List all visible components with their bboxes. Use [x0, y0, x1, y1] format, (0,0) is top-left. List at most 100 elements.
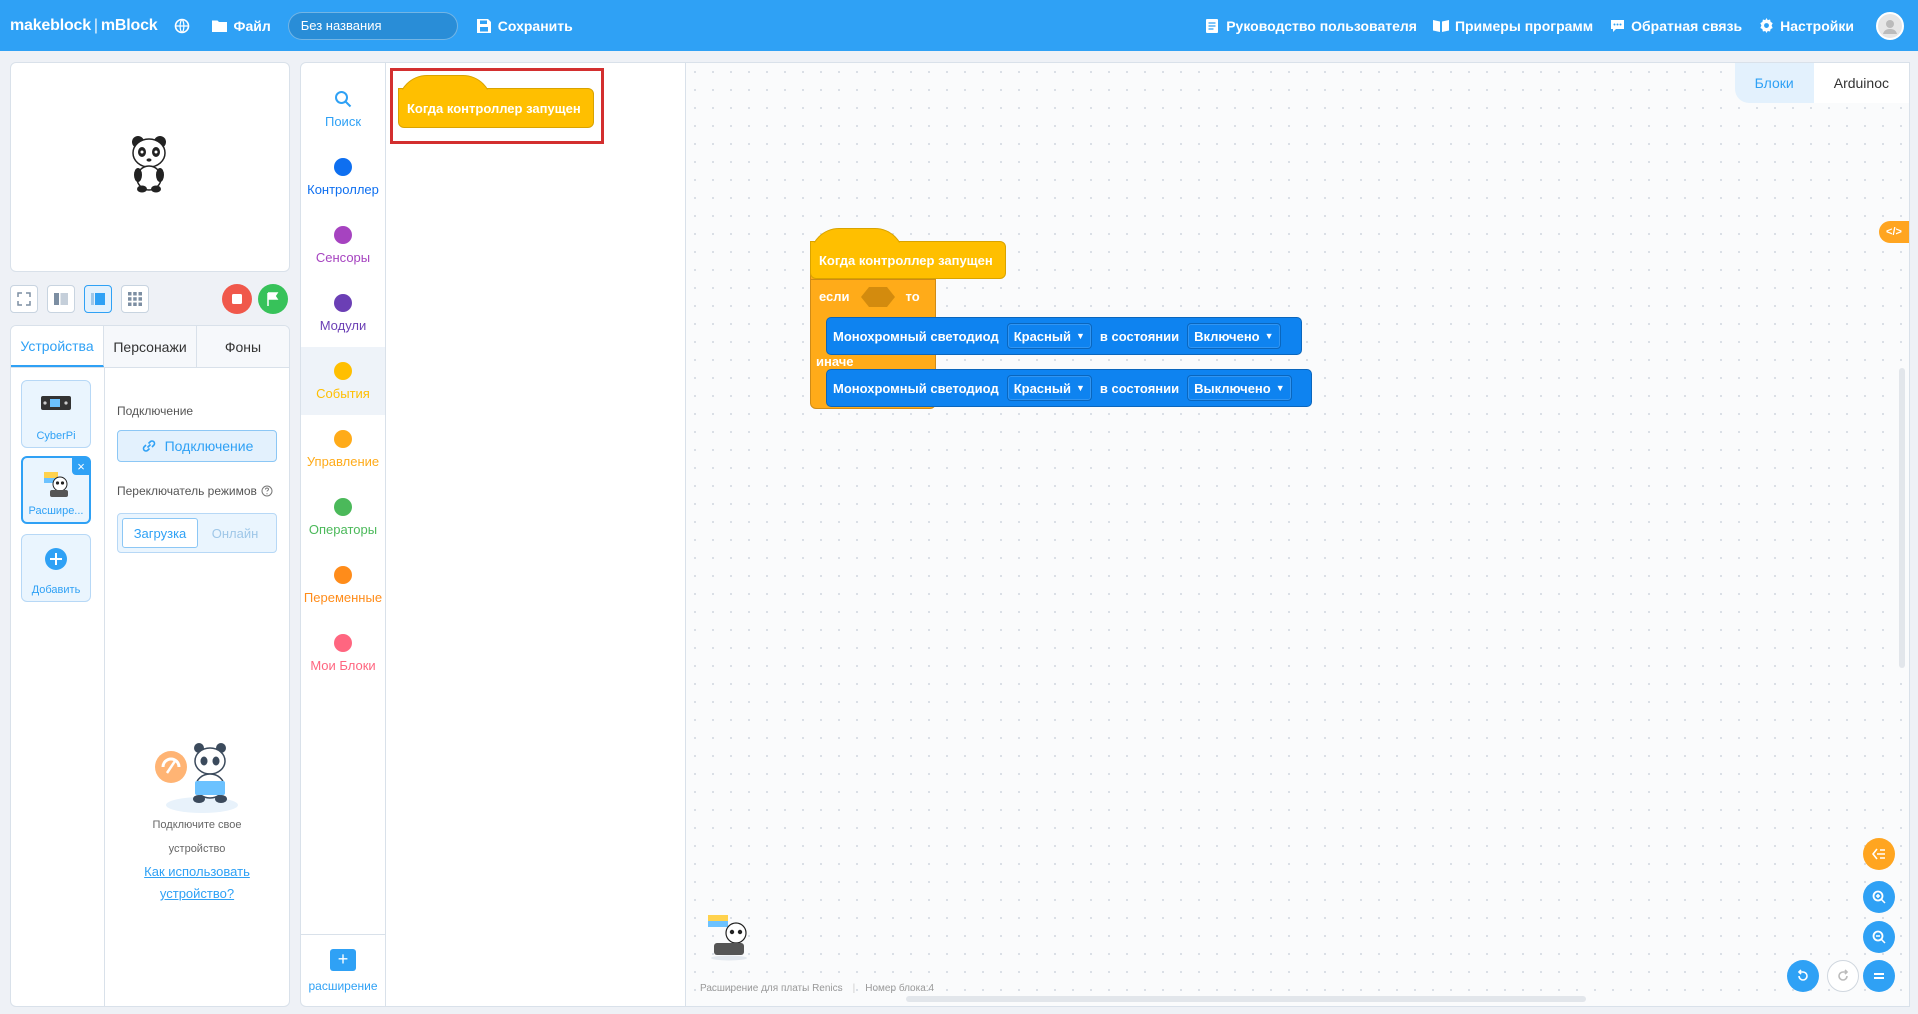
help-icon[interactable] — [261, 485, 273, 497]
search-icon — [335, 90, 352, 107]
mode-upload-button[interactable]: Загрузка — [122, 518, 198, 548]
category-control[interactable]: Управление — [301, 415, 385, 483]
mode-online-button[interactable]: Онлайн — [198, 518, 272, 548]
led-color-value: Красный — [1013, 328, 1071, 344]
condition-slot-icon[interactable] — [860, 286, 896, 308]
equals-icon — [1874, 973, 1884, 979]
normal-stage-button[interactable] — [84, 285, 112, 313]
stop-button[interactable] — [222, 284, 252, 314]
file-menu[interactable]: Файл — [212, 18, 271, 34]
add-device-button[interactable]: Добавить — [21, 534, 91, 602]
green-flag-button[interactable] — [258, 284, 288, 314]
led-off-block[interactable]: Монохромный светодиод Красный ▼ в состоян… — [826, 369, 1312, 407]
category-label: События — [316, 385, 370, 401]
tab-arduino[interactable]: Arduinoc — [1813, 63, 1909, 103]
tab-blocks[interactable]: Блоки — [1734, 63, 1814, 103]
examples-label: Примеры программ — [1454, 17, 1594, 34]
top-bar: makeblock|mBlock Файл Сохранить Руководс… — [0, 0, 1918, 51]
horizontal-scrollbar[interactable] — [906, 996, 1586, 1002]
mode-switch: Загрузка Онлайн — [117, 513, 277, 553]
device-card-extension[interactable]: Расшире... × — [21, 456, 91, 524]
category-sensors[interactable]: Сенсоры — [301, 211, 385, 279]
user-guide-button[interactable]: Руководство пользователя — [1204, 18, 1417, 34]
code-view-toggle-icon[interactable]: </> — [1879, 221, 1909, 243]
category-modules[interactable]: Модули — [301, 279, 385, 347]
category-variables[interactable]: Переменные — [301, 551, 385, 619]
grid-stage-button[interactable] — [121, 285, 149, 313]
led-on-block[interactable]: Монохромный светодиод Красный ▼ в состоян… — [826, 317, 1302, 355]
category-operators[interactable]: Операторы — [301, 483, 385, 551]
if-header: если то — [810, 279, 936, 313]
collapse-blocks-button[interactable] — [1863, 838, 1895, 870]
when-started-hat-block[interactable]: Когда контроллер запущен — [810, 241, 1006, 279]
led-off-label: Монохромный светодиод — [833, 380, 999, 396]
connect-button[interactable]: Подключение — [117, 430, 277, 462]
script-workspace[interactable]: Блоки Arduinoc </> Когда контроллер запу… — [686, 62, 1910, 1007]
remove-device-icon[interactable]: × — [72, 457, 90, 475]
else-label: иначе — [816, 354, 854, 369]
tab-devices[interactable]: Устройства — [11, 326, 104, 367]
save-button[interactable]: Сохранить — [476, 18, 573, 34]
add-extension-button[interactable]: + расширение — [301, 934, 385, 1006]
tab-backgrounds[interactable]: Фоны — [197, 326, 289, 367]
examples-button[interactable]: Примеры программ — [1432, 17, 1594, 34]
status-divider: | — [852, 983, 856, 994]
led-color-dropdown[interactable]: Красный ▼ — [1006, 323, 1092, 349]
led-state-dropdown[interactable]: Выключено ▼ — [1187, 375, 1292, 401]
zoom-out-button[interactable] — [1863, 921, 1895, 953]
device-card-cyberpi[interactable]: CyberPi — [21, 380, 91, 448]
device-thumbnail-icon — [708, 915, 747, 961]
settings-label: Настройки — [1780, 17, 1854, 34]
device-name-cyberpi: CyberPi — [36, 430, 76, 442]
category-dot-icon — [334, 225, 352, 244]
save-icon — [476, 18, 492, 34]
zoom-out-icon — [1872, 930, 1886, 944]
category-controller[interactable]: Контроллер — [301, 143, 385, 211]
document-icon — [1204, 18, 1220, 34]
cyberpi-board-icon — [41, 396, 71, 410]
stage-preview[interactable] — [10, 62, 290, 272]
dropdown-caret-icon: ▼ — [1075, 383, 1085, 393]
dropdown-caret-icon: ▼ — [1275, 383, 1285, 393]
user-avatar-icon — [1883, 19, 1897, 34]
led-on-label: Монохромный светодиод — [833, 328, 999, 344]
led-color-dropdown[interactable]: Красный ▼ — [1006, 375, 1092, 401]
settings-button[interactable]: Настройки — [1758, 18, 1854, 34]
category-search[interactable]: Поиск — [301, 75, 385, 143]
led-state-value: Выключено — [1194, 380, 1271, 396]
dropdown-caret-icon: ▼ — [1264, 331, 1274, 341]
connect-button-label: Подключение — [164, 438, 254, 454]
category-events[interactable]: События — [301, 347, 385, 415]
hint-line-1: Подключите свое — [152, 819, 242, 831]
fullscreen-button[interactable] — [10, 285, 38, 313]
tab-sprites[interactable]: Персонажи — [104, 326, 197, 367]
plus-circle-icon — [45, 548, 67, 570]
category-dot-icon — [334, 497, 352, 516]
redo-icon — [1838, 969, 1849, 981]
add-device-label: Добавить — [31, 584, 81, 596]
workspace-tabs: Блоки Arduinoc — [1734, 63, 1909, 103]
status-block-count: Номер блока:4 — [865, 983, 935, 994]
feedback-button[interactable]: Обратная связь — [1609, 18, 1742, 34]
category-dot-icon — [334, 633, 352, 652]
user-avatar[interactable] — [1876, 11, 1904, 40]
how-to-use-link[interactable]: Как использовать — [117, 861, 277, 883]
category-my-blocks[interactable]: Мои Блоки — [301, 619, 385, 687]
state-label: в состоянии — [1099, 380, 1180, 396]
category-label: Операторы — [308, 521, 378, 537]
vertical-scrollbar[interactable] — [1899, 368, 1905, 668]
status-bar: Расширение для платы Renics | Номер блок… — [700, 983, 934, 994]
zoom-reset-button[interactable] — [1863, 960, 1895, 992]
language-globe-icon[interactable] — [174, 18, 190, 34]
how-to-use-link-2[interactable]: устройство? — [117, 883, 277, 905]
project-title-input[interactable] — [287, 11, 458, 40]
device-name-extension: Расшире... — [28, 505, 84, 517]
undo-button[interactable] — [1787, 960, 1819, 992]
fullscreen-icon — [17, 292, 31, 306]
small-stage-button[interactable] — [47, 285, 75, 313]
link-icon — [142, 440, 155, 452]
led-state-dropdown[interactable]: Включено ▼ — [1187, 323, 1281, 349]
zoom-in-button[interactable] — [1863, 881, 1895, 913]
redo-button[interactable] — [1827, 960, 1859, 992]
brand-makeblock: makeblock — [10, 16, 91, 34]
